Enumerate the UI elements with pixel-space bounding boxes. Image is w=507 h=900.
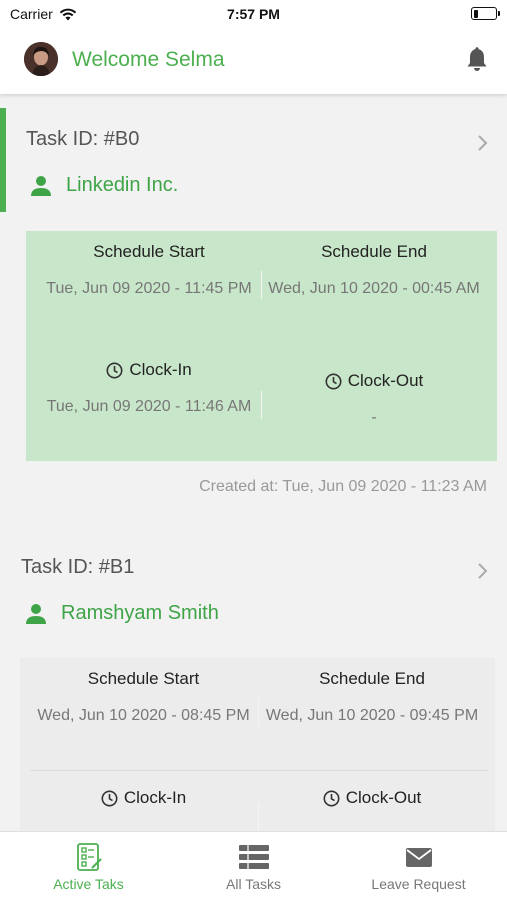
active-tasks-icon (76, 843, 102, 871)
tab-label: All Tasks (226, 876, 281, 892)
person-icon (31, 175, 51, 196)
tab-leave-request[interactable]: Leave Request (334, 832, 503, 900)
schedule-end-cell: Schedule End Wed, Jun 10 2020 - 09:45 PM (261, 669, 483, 726)
divider (258, 698, 259, 726)
clock-in-value: Tue, Jun 09 2020 - 11:46 AM (46, 398, 252, 415)
schedule-card: Schedule Start Wed, Jun 10 2020 - 08:45 … (20, 658, 495, 831)
clock-out-cell: Clock-Out (261, 788, 483, 808)
schedule-end-label: Schedule End (321, 242, 427, 261)
battery-level (473, 9, 478, 18)
divider (261, 391, 262, 419)
schedule-end-cell: Schedule End Wed, Jun 10 2020 - 00:45 AM (266, 242, 482, 299)
divider (30, 770, 488, 771)
schedule-end-value: Wed, Jun 10 2020 - 00:45 AM (268, 280, 480, 297)
status-bar: Carrier 7:57 PM (0, 0, 507, 28)
app-header: Welcome Selma (0, 28, 507, 94)
bell-icon[interactable] (465, 47, 489, 73)
clock-out-label: Clock-Out (345, 788, 422, 807)
clock-icon (323, 790, 340, 806)
schedule-end-label: Schedule End (319, 669, 425, 688)
clock-in-title: Clock-In (38, 360, 260, 380)
schedule-start-cell: Schedule Start Wed, Jun 10 2020 - 08:45 … (30, 669, 257, 726)
tab-label: Active Taks (53, 876, 124, 892)
clock-icon (325, 373, 342, 389)
tab-bar: Active Taks All Tasks Leave Request (0, 831, 507, 900)
task-item[interactable]: Task ID: #B0 Linkedin Inc. Schedule Star… (0, 94, 507, 514)
clock-in-title: Clock-In (30, 788, 257, 808)
divider (261, 271, 262, 299)
schedule-start-label: Schedule Start (87, 669, 200, 688)
schedule-start-value: Wed, Jun 10 2020 - 08:45 PM (37, 707, 250, 724)
schedule-card: Schedule Start Tue, Jun 09 2020 - 11:45 … (26, 231, 497, 461)
welcome-title: Welcome Selma (72, 48, 225, 71)
schedule-start-label: Schedule Start (93, 242, 205, 261)
created-at: Created at: Tue, Jun 09 2020 - 11:23 AM (199, 478, 487, 495)
clock-in-label: Clock-In (129, 360, 192, 379)
chevron-right-icon[interactable] (477, 134, 489, 152)
battery-icon (471, 7, 500, 20)
schedule-start-value: Tue, Jun 09 2020 - 11:45 PM (46, 280, 252, 297)
person-icon (26, 603, 46, 624)
client-row: Ramshyam Smith (25, 602, 219, 625)
tab-active-tasks[interactable]: Active Taks (4, 832, 173, 900)
avatar-image (24, 42, 58, 76)
clock-out-value: - (371, 409, 377, 426)
clock-out-label: Clock-Out (347, 371, 424, 390)
clock-icon (101, 790, 118, 806)
tab-all-tasks[interactable]: All Tasks (169, 832, 338, 900)
clock-in-cell: Clock-In (30, 788, 257, 808)
schedule-start-cell: Schedule Start Tue, Jun 09 2020 - 11:45 … (38, 242, 260, 299)
avatar[interactable] (24, 42, 58, 76)
client-name: Ramshyam Smith (61, 602, 219, 624)
schedule-end-value: Wed, Jun 10 2020 - 09:45 PM (265, 707, 479, 724)
active-task-indicator (0, 108, 6, 212)
clock-icon (106, 362, 123, 378)
task-id: Task ID: #B0 (26, 128, 140, 150)
all-tasks-icon (238, 845, 269, 869)
clock-out-cell: Clock-Out - (266, 371, 482, 428)
tab-label: Leave Request (371, 876, 466, 892)
clock-in-cell: Clock-In Tue, Jun 09 2020 - 11:46 AM (38, 360, 260, 417)
chevron-right-icon[interactable] (477, 562, 489, 580)
task-item[interactable]: Task ID: #B1 Ramshyam Smith Schedule Sta… (0, 524, 507, 831)
divider (258, 803, 259, 831)
client-name: Linkedin Inc. (66, 174, 179, 196)
task-list: Task ID: #B0 Linkedin Inc. Schedule Star… (0, 94, 507, 831)
clock-out-title: Clock-Out (261, 788, 483, 808)
client-row: Linkedin Inc. (30, 174, 178, 197)
clock-time: 7:57 PM (227, 6, 280, 22)
clock-in-label: Clock-In (123, 788, 187, 807)
clock-out-title: Clock-Out (266, 371, 482, 391)
task-id: Task ID: #B1 (21, 556, 135, 578)
envelope-icon (405, 848, 432, 867)
